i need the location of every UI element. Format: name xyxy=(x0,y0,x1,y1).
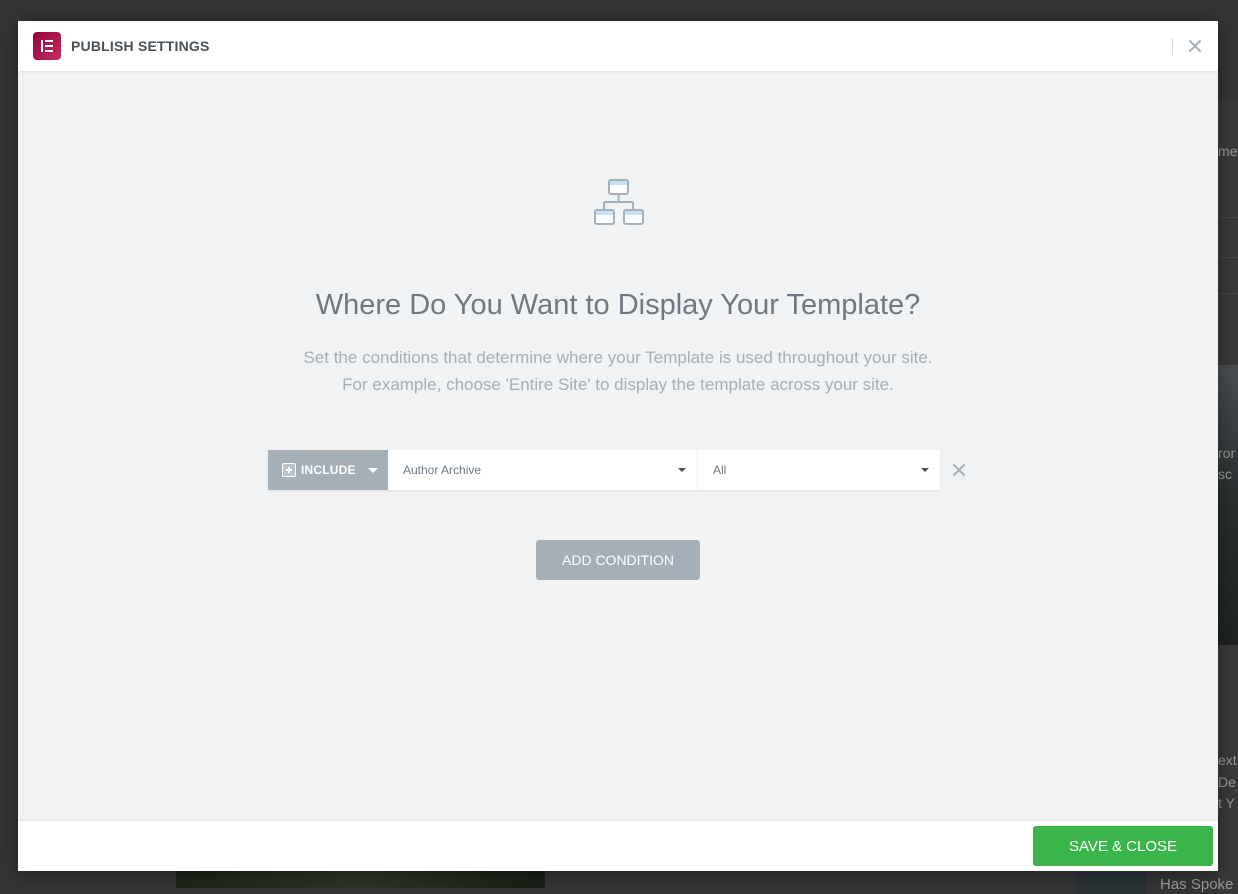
site-hierarchy-icon xyxy=(594,179,644,225)
plus-icon xyxy=(282,463,296,477)
description-line: Set the conditions that determine where … xyxy=(303,348,933,367)
close-icon[interactable] xyxy=(1184,35,1206,57)
background-text-fragment: De xyxy=(1218,774,1236,790)
include-label: INCLUDE xyxy=(301,463,356,477)
chevron-down-icon xyxy=(921,468,929,472)
background-text-fragment: sc xyxy=(1218,466,1232,482)
background-text-fragment: Has Spoke xyxy=(1160,876,1234,893)
chevron-down-icon xyxy=(368,468,378,473)
background-photo xyxy=(1218,365,1238,645)
select-value: Author Archive xyxy=(403,463,482,477)
background-text-fragment: ext xyxy=(1218,752,1237,768)
background-text-fragment: ror xyxy=(1218,445,1236,461)
save-and-close-button[interactable]: SAVE & CLOSE xyxy=(1033,826,1213,866)
chevron-down-icon xyxy=(678,468,686,472)
add-condition-button[interactable]: ADD CONDITION xyxy=(536,540,700,580)
condition-sub-select[interactable]: All xyxy=(698,450,940,490)
page-title: Where Do You Want to Display Your Templa… xyxy=(315,289,921,321)
modal-footer: SAVE & CLOSE xyxy=(18,821,1218,871)
background-divider xyxy=(1218,257,1238,258)
background-sidebar: me ror sc ext De t Y xyxy=(1218,100,1238,894)
condition-row: INCLUDE Author Archive All xyxy=(268,450,940,490)
modal-header: PUBLISH SETTINGS xyxy=(18,21,1218,71)
background-thumbnail xyxy=(1076,872,1146,894)
header-divider xyxy=(1172,38,1173,55)
description-line: For example, choose 'Entire Site' to dis… xyxy=(342,375,894,394)
background-divider xyxy=(1218,217,1238,218)
modal-title: PUBLISH SETTINGS xyxy=(71,38,210,54)
elementor-logo-icon xyxy=(33,32,61,60)
include-exclude-select[interactable]: INCLUDE xyxy=(268,450,388,490)
background-text-fragment: me xyxy=(1218,143,1238,159)
publish-settings-modal: PUBLISH SETTINGS Where Do You Want to Di… xyxy=(18,21,1218,871)
remove-condition-icon[interactable] xyxy=(950,461,968,479)
condition-archive-select[interactable]: Author Archive xyxy=(388,450,698,490)
select-value: All xyxy=(713,463,727,477)
background-divider xyxy=(1218,293,1238,294)
background-photo xyxy=(176,871,545,888)
background-text-fragment: t Y xyxy=(1218,795,1235,811)
